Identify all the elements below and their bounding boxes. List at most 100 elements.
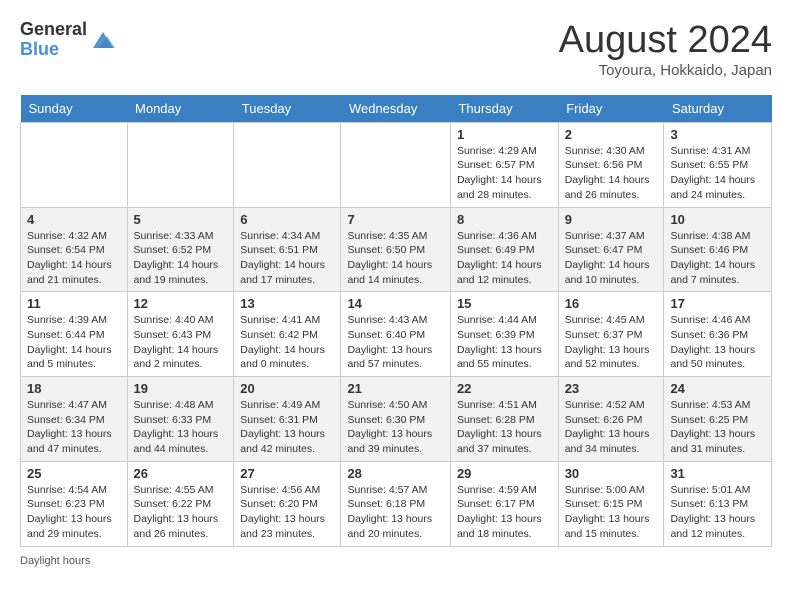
calendar-cell: 30Sunrise: 5:00 AM Sunset: 6:15 PM Dayli… (558, 461, 664, 546)
day-number: 20 (240, 381, 334, 396)
day-detail: Sunrise: 4:54 AM Sunset: 6:23 PM Dayligh… (27, 483, 121, 542)
calendar-cell: 13 Sunrise: 4:41 AM Sunset: 6:42 PM Dayli… (234, 292, 341, 377)
logo: General Blue (20, 20, 117, 60)
day-number: 11 (27, 296, 121, 311)
calendar-cell: 8 Sunrise: 4:36 AM Sunset: 6:49 PM Daylig… (450, 207, 558, 292)
day-detail: Sunrise: 4:32 AM Sunset: 6:54 PM Dayligh… (27, 229, 121, 288)
calendar-week-row: 1Sunrise: 4:29 AM Sunset: 6:57 PM Daylig… (21, 122, 772, 207)
calendar-cell: 9 Sunrise: 4:37 AM Sunset: 6:47 PM Daylig… (558, 207, 664, 292)
day-number: 29 (457, 466, 552, 481)
calendar-table: SundayMondayTuesdayWednesdayThursdayFrid… (20, 95, 772, 547)
day-number: 19 (134, 381, 228, 396)
calendar-cell (341, 122, 451, 207)
calendar-cell: 25 Sunrise: 4:54 AM Sunset: 6:23 PM Dayli… (21, 461, 128, 546)
day-detail: Sunrise: 5:00 AM Sunset: 6:15 PM Dayligh… (565, 483, 658, 542)
day-number: 7 (347, 212, 444, 227)
weekday-header-saturday: Saturday (664, 95, 772, 123)
calendar-cell (234, 122, 341, 207)
calendar-cell: 4 Sunrise: 4:32 AM Sunset: 6:54 PM Daylig… (21, 207, 128, 292)
day-number: 14 (347, 296, 444, 311)
day-detail: Sunrise: 4:56 AM Sunset: 6:20 PM Dayligh… (240, 483, 334, 542)
calendar-cell (127, 122, 234, 207)
logo-general-text: General (20, 19, 87, 39)
day-detail: Sunrise: 4:41 AM Sunset: 6:42 PM Dayligh… (240, 313, 334, 372)
day-number: 25 (27, 466, 121, 481)
day-number: 27 (240, 466, 334, 481)
calendar-cell: 18 Sunrise: 4:47 AM Sunset: 6:34 PM Dayli… (21, 377, 128, 462)
calendar-cell: 16 Sunrise: 4:45 AM Sunset: 6:37 PM Dayli… (558, 292, 664, 377)
day-detail: Sunrise: 4:33 AM Sunset: 6:52 PM Dayligh… (134, 229, 228, 288)
day-detail: Sunrise: 4:45 AM Sunset: 6:37 PM Dayligh… (565, 313, 658, 372)
day-detail: Sunrise: 4:59 AM Sunset: 6:17 PM Dayligh… (457, 483, 552, 542)
day-number: 8 (457, 212, 552, 227)
calendar-week-row: 18 Sunrise: 4:47 AM Sunset: 6:34 PM Dayli… (21, 377, 772, 462)
day-number: 16 (565, 296, 658, 311)
calendar-cell: 28 Sunrise: 4:57 AM Sunset: 6:18 PM Dayli… (341, 461, 451, 546)
calendar-week-row: 4 Sunrise: 4:32 AM Sunset: 6:54 PM Daylig… (21, 207, 772, 292)
day-detail: Sunrise: 4:40 AM Sunset: 6:43 PM Dayligh… (134, 313, 228, 372)
day-number: 24 (670, 381, 765, 396)
footer-note: Daylight hours (20, 555, 772, 567)
calendar-cell: 21 Sunrise: 4:50 AM Sunset: 6:30 PM Dayli… (341, 377, 451, 462)
calendar-cell (21, 122, 128, 207)
calendar-cell: 12 Sunrise: 4:40 AM Sunset: 6:43 PM Dayli… (127, 292, 234, 377)
calendar-cell: 10 Sunrise: 4:38 AM Sunset: 6:46 PM Dayli… (664, 207, 772, 292)
day-number: 2 (565, 127, 658, 142)
day-number: 10 (670, 212, 765, 227)
day-number: 13 (240, 296, 334, 311)
day-number: 28 (347, 466, 444, 481)
logo-icon (89, 26, 117, 54)
day-number: 6 (240, 212, 334, 227)
calendar-cell: 22Sunrise: 4:51 AM Sunset: 6:28 PM Dayli… (450, 377, 558, 462)
day-detail: Sunrise: 4:52 AM Sunset: 6:26 PM Dayligh… (565, 398, 658, 457)
calendar-cell: 20 Sunrise: 4:49 AM Sunset: 6:31 PM Dayli… (234, 377, 341, 462)
day-detail: Sunrise: 4:46 AM Sunset: 6:36 PM Dayligh… (670, 313, 765, 372)
day-number: 5 (134, 212, 228, 227)
weekday-header-thursday: Thursday (450, 95, 558, 123)
calendar-cell: 23Sunrise: 4:52 AM Sunset: 6:26 PM Dayli… (558, 377, 664, 462)
calendar-cell: 26 Sunrise: 4:55 AM Sunset: 6:22 PM Dayli… (127, 461, 234, 546)
day-number: 31 (670, 466, 765, 481)
calendar-cell: 11Sunrise: 4:39 AM Sunset: 6:44 PM Dayli… (21, 292, 128, 377)
calendar-cell: 17Sunrise: 4:46 AM Sunset: 6:36 PM Dayli… (664, 292, 772, 377)
title-area: August 2024 Toyoura, Hokkaido, Japan (559, 20, 772, 79)
day-number: 22 (457, 381, 552, 396)
day-detail: Sunrise: 4:50 AM Sunset: 6:30 PM Dayligh… (347, 398, 444, 457)
calendar-cell: 19Sunrise: 4:48 AM Sunset: 6:33 PM Dayli… (127, 377, 234, 462)
day-detail: Sunrise: 4:44 AM Sunset: 6:39 PM Dayligh… (457, 313, 552, 372)
calendar-cell: 2 Sunrise: 4:30 AM Sunset: 6:56 PM Daylig… (558, 122, 664, 207)
day-number: 9 (565, 212, 658, 227)
day-number: 4 (27, 212, 121, 227)
day-detail: Sunrise: 4:37 AM Sunset: 6:47 PM Dayligh… (565, 229, 658, 288)
weekday-header-wednesday: Wednesday (341, 95, 451, 123)
weekday-header-friday: Friday (558, 95, 664, 123)
day-detail: Sunrise: 4:29 AM Sunset: 6:57 PM Dayligh… (457, 144, 552, 203)
day-detail: Sunrise: 4:47 AM Sunset: 6:34 PM Dayligh… (27, 398, 121, 457)
day-detail: Sunrise: 4:49 AM Sunset: 6:31 PM Dayligh… (240, 398, 334, 457)
month-title: August 2024 (559, 20, 772, 62)
day-number: 18 (27, 381, 121, 396)
calendar-cell: 31Sunrise: 5:01 AM Sunset: 6:13 PM Dayli… (664, 461, 772, 546)
calendar-week-row: 25 Sunrise: 4:54 AM Sunset: 6:23 PM Dayli… (21, 461, 772, 546)
weekday-header-row: SundayMondayTuesdayWednesdayThursdayFrid… (21, 95, 772, 123)
day-number: 15 (457, 296, 552, 311)
day-number: 12 (134, 296, 228, 311)
day-detail: Sunrise: 4:55 AM Sunset: 6:22 PM Dayligh… (134, 483, 228, 542)
calendar-cell: 15 Sunrise: 4:44 AM Sunset: 6:39 PM Dayli… (450, 292, 558, 377)
calendar-cell: 5 Sunrise: 4:33 AM Sunset: 6:52 PM Daylig… (127, 207, 234, 292)
calendar-cell: 14 Sunrise: 4:43 AM Sunset: 6:40 PM Dayli… (341, 292, 451, 377)
calendar-cell: 3Sunrise: 4:31 AM Sunset: 6:55 PM Daylig… (664, 122, 772, 207)
day-detail: Sunrise: 4:36 AM Sunset: 6:49 PM Dayligh… (457, 229, 552, 288)
day-detail: Sunrise: 4:57 AM Sunset: 6:18 PM Dayligh… (347, 483, 444, 542)
weekday-header-sunday: Sunday (21, 95, 128, 123)
day-number: 21 (347, 381, 444, 396)
day-detail: Sunrise: 4:34 AM Sunset: 6:51 PM Dayligh… (240, 229, 334, 288)
day-detail: Sunrise: 4:35 AM Sunset: 6:50 PM Dayligh… (347, 229, 444, 288)
calendar-cell: 24Sunrise: 4:53 AM Sunset: 6:25 PM Dayli… (664, 377, 772, 462)
calendar-cell: 6 Sunrise: 4:34 AM Sunset: 6:51 PM Daylig… (234, 207, 341, 292)
day-detail: Sunrise: 4:30 AM Sunset: 6:56 PM Dayligh… (565, 144, 658, 203)
day-detail: Sunrise: 4:38 AM Sunset: 6:46 PM Dayligh… (670, 229, 765, 288)
calendar-cell: 7 Sunrise: 4:35 AM Sunset: 6:50 PM Daylig… (341, 207, 451, 292)
day-number: 26 (134, 466, 228, 481)
day-detail: Sunrise: 4:43 AM Sunset: 6:40 PM Dayligh… (347, 313, 444, 372)
